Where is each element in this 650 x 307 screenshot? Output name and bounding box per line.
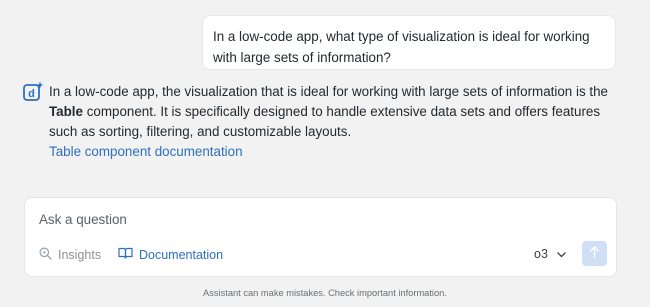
chevron-down-icon [548, 247, 566, 261]
user-message-text: In a low-code app, what type of visualiz… [213, 29, 590, 65]
user-message-bubble: In a low-code app, what type of visualiz… [202, 15, 616, 70]
table-docs-link[interactable]: Table component documentation [49, 142, 621, 162]
documentation-label: Documentation [139, 247, 224, 262]
composer: Ask a question Insights Documentation o3 [24, 197, 617, 277]
insights-button[interactable]: Insights [39, 247, 101, 263]
answer-text-2: component. It is specifically designed t… [49, 104, 601, 139]
question-input[interactable]: Ask a question [39, 212, 127, 227]
model-selector[interactable]: o3 [534, 247, 566, 261]
open-book-icon [118, 247, 139, 262]
svg-text:d: d [28, 88, 35, 100]
magnifier-sparkle-icon [39, 247, 58, 263]
assistant-answer: In a low-code app, the visualization tha… [49, 82, 621, 162]
answer-text-1: In a low-code app, the visualization tha… [49, 84, 608, 99]
disclaimer-text: Assistant can make mistakes. Check impor… [203, 288, 447, 298]
assistant-d-sparkle-icon: d [22, 81, 44, 103]
answer-bold-term: Table [49, 104, 83, 119]
arrow-up-icon [589, 245, 600, 263]
send-button[interactable] [582, 241, 607, 266]
documentation-button[interactable]: Documentation [118, 247, 223, 262]
insights-label: Insights [58, 248, 102, 262]
model-label: o3 [534, 247, 548, 261]
